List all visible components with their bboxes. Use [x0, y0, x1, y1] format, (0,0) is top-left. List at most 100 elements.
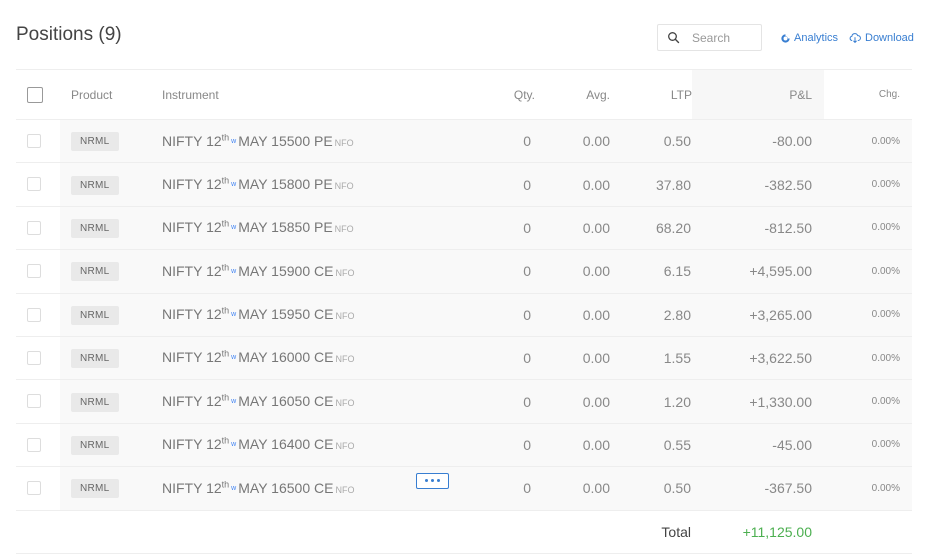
- analytics-label: Analytics: [794, 32, 839, 44]
- instrument-name[interactable]: NIFTY 12th w MAY 15500 PE NFO: [162, 132, 354, 149]
- instrument-name[interactable]: NIFTY 12th w MAY 15900 CE NFO: [162, 262, 355, 279]
- positions-table: Product Instrument Qty. Avg. LTP P&L Chg…: [16, 69, 912, 554]
- table-row[interactable]: NRML NIFTY 12th w MAY 15850 PE NFO 0 0.00 6…: [16, 206, 912, 250]
- row-checkbox[interactable]: [27, 350, 41, 365]
- instrument-cell: NIFTY 12th w MAY 16000 CE NFO: [162, 336, 426, 380]
- row-select-cell: [16, 293, 60, 337]
- exchange-label: NFO: [335, 441, 355, 452]
- select-all-checkbox[interactable]: [27, 86, 43, 103]
- search-box[interactable]: [657, 24, 762, 51]
- instrument-date-suffix: th: [221, 262, 230, 273]
- column-header-qty[interactable]: Qty.: [426, 70, 535, 120]
- table-row[interactable]: NRML NIFTY 12th w MAY 15950 CE NFO 0 0.00 2…: [16, 293, 912, 337]
- instrument-name[interactable]: NIFTY 12th w MAY 16050 CE NFO: [162, 392, 354, 409]
- instrument-date-suffix: th: [221, 435, 230, 446]
- column-header-instrument[interactable]: Instrument: [162, 70, 426, 120]
- product-badge: NRML: [71, 435, 119, 455]
- instrument-cell: NIFTY 12th w MAY 15850 PE NFO: [162, 206, 426, 250]
- instrument-name[interactable]: NIFTY 12th w MAY 15800 PE NFO: [162, 175, 354, 192]
- instrument-contract: MAY 15950 CE: [238, 306, 334, 323]
- exchange-label: NFO: [335, 484, 355, 495]
- spacer-cell: [692, 423, 705, 467]
- product-cell: NRML: [60, 379, 162, 424]
- instrument-name[interactable]: NIFTY 12th w MAY 16400 CE NFO: [162, 435, 355, 453]
- download-label: Download: [865, 32, 914, 44]
- product-badge: NRML: [71, 262, 119, 282]
- product-cell: NRML: [60, 423, 162, 467]
- table-row[interactable]: NRML NIFTY 12th w MAY 16000 CE NFO 0 0.00 1…: [16, 336, 912, 380]
- row-checkbox[interactable]: [27, 177, 41, 192]
- instrument-name[interactable]: NIFTY 12th w MAY 16000 CE NFO: [162, 348, 354, 366]
- weekly-badge: w: [231, 137, 237, 145]
- spacer-cell: [692, 119, 705, 163]
- row-checkbox[interactable]: [27, 394, 41, 409]
- product-cell: NRML: [60, 249, 162, 294]
- instrument-date-suffix: th: [221, 175, 230, 186]
- download-link[interactable]: Download: [849, 32, 914, 44]
- instrument-contract: MAY 16000 CE: [238, 349, 334, 366]
- chg-cell: 0.00%: [824, 466, 912, 511]
- ltp-cell: 2.80: [610, 293, 692, 337]
- analytics-link[interactable]: Analytics: [781, 32, 838, 44]
- avg-cell: 0.00: [535, 162, 610, 207]
- row-checkbox[interactable]: [27, 307, 41, 322]
- instrument-name[interactable]: NIFTY 12th w MAY 15850 PE NFO: [162, 219, 354, 236]
- spacer-cell: [692, 379, 705, 424]
- qty-cell: 0: [426, 293, 535, 337]
- product-cell: NRML: [60, 293, 162, 337]
- table-row[interactable]: NRML NIFTY 12th w MAY 16400 CE NFO 0 0.00 0…: [16, 423, 912, 467]
- instrument-cell: NIFTY 12th w MAY 16500 CE NFO: [162, 466, 449, 511]
- spacer-cell: [692, 336, 705, 380]
- instrument-name[interactable]: NIFTY 12th w MAY 15950 CE NFO: [162, 305, 354, 323]
- weekly-badge: w: [231, 267, 237, 275]
- chg-cell: 0.00%: [824, 162, 912, 207]
- product-badge: NRML: [71, 479, 119, 499]
- search-input[interactable]: [692, 29, 758, 46]
- row-checkbox[interactable]: [27, 133, 41, 148]
- row-checkbox[interactable]: [27, 264, 41, 279]
- chg-cell: 0.00%: [824, 293, 912, 337]
- column-header-chg[interactable]: Chg.: [824, 70, 912, 120]
- avg-cell: 0.00: [535, 379, 610, 424]
- row-checkbox[interactable]: [27, 220, 41, 235]
- column-header-pnl[interactable]: P&L: [705, 69, 824, 120]
- pnl-cell: -80.00: [705, 119, 824, 163]
- row-checkbox[interactable]: [27, 437, 41, 452]
- product-cell: NRML: [60, 206, 162, 250]
- table-row[interactable]: NRML NIFTY 12th w MAY 15800 PE NFO 0 0.00 3…: [16, 162, 912, 207]
- spacer-cell: [692, 249, 705, 294]
- column-header-ltp[interactable]: LTP: [610, 70, 692, 120]
- instrument-symbol: NIFTY 12: [162, 219, 222, 236]
- column-header-product[interactable]: Product: [60, 70, 162, 120]
- table-row[interactable]: NRML NIFTY 12th w MAY 15500 PE NFO 0 0.00 0…: [16, 119, 912, 163]
- pnl-cell: +3,265.00: [705, 293, 824, 337]
- select-all-cell: [16, 70, 60, 120]
- product-badge: NRML: [71, 349, 119, 369]
- weekly-badge: w: [231, 397, 237, 405]
- product-badge: NRML: [71, 175, 119, 195]
- instrument-name[interactable]: NIFTY 12th w MAY 16500 CE NFO: [162, 472, 449, 496]
- instrument-contract: MAY 16500 CE: [238, 479, 334, 496]
- exchange-label: NFO: [334, 224, 354, 235]
- table-row[interactable]: NRML NIFTY 12th w MAY 15900 CE NFO 0 0.00 6…: [16, 249, 912, 294]
- spacer-cell: [692, 293, 705, 337]
- row-checkbox[interactable]: [27, 481, 41, 496]
- chg-cell: 0.00%: [824, 336, 912, 380]
- qty-cell: 0: [426, 206, 535, 250]
- table-row[interactable]: NRML NIFTY 12th w MAY 16050 CE NFO 0 0.00 1…: [16, 379, 912, 424]
- weekly-badge: w: [231, 484, 237, 492]
- column-header-avg[interactable]: Avg.: [535, 70, 610, 120]
- instrument-date-suffix: th: [221, 348, 230, 359]
- ltp-cell: 6.15: [610, 249, 692, 294]
- analytics-donut-icon: [781, 33, 790, 43]
- spacer-cell: [692, 162, 705, 207]
- instrument-symbol: NIFTY 12: [162, 306, 222, 323]
- instrument-date-suffix: th: [221, 478, 230, 489]
- table-row[interactable]: NRML NIFTY 12th w MAY 16500 CE NFO 0 0.00 0…: [16, 466, 912, 511]
- more-options-icon[interactable]: [416, 472, 449, 489]
- chg-cell: 0.00%: [824, 379, 912, 424]
- exchange-label: NFO: [334, 137, 354, 148]
- ltp-cell: 0.50: [610, 466, 692, 511]
- exchange-label: NFO: [335, 267, 355, 278]
- more-dot: [437, 479, 440, 483]
